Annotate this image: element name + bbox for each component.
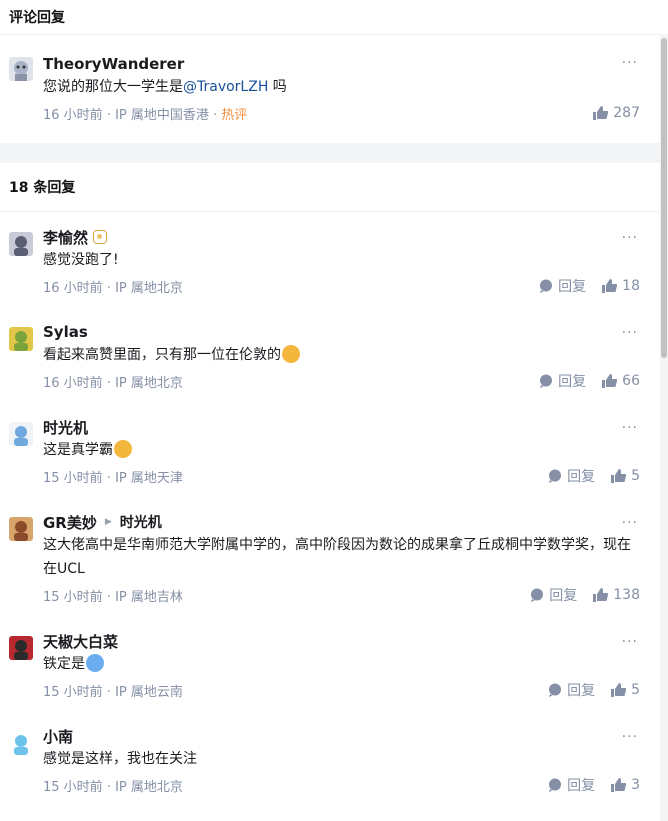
more-options-icon[interactable]: ··· — [622, 634, 638, 650]
avatar-image-icon — [9, 517, 33, 541]
reply-item: ··· 天椒大白菜 铁定是 15 小时前 · IP 属地云南 回复 5 — [0, 616, 668, 711]
thumbs-up-icon — [593, 588, 609, 602]
comment-bubble-icon — [531, 588, 544, 602]
section-title-replies: 18 条回复 — [0, 163, 668, 212]
reply-item: ··· 李愉然 感觉没跑了! 16 小时前 · IP 属地北京 回复 18 — [0, 212, 668, 307]
more-options-icon[interactable]: ··· — [622, 325, 638, 341]
avatar[interactable] — [9, 57, 33, 81]
avatar-image-icon — [9, 422, 33, 446]
more-options-icon[interactable]: ··· — [622, 515, 638, 531]
mention-link[interactable]: @TravorLZH — [183, 79, 268, 95]
reply-arrow-icon: ▶ — [104, 517, 112, 527]
reply-text: 铁定是 — [43, 652, 642, 676]
avatar-image-icon — [9, 57, 33, 81]
more-options-icon[interactable]: ··· — [622, 55, 638, 71]
reply-item: ··· Sylas 看起来高赞里面，只有那一位在伦敦的 16 小时前 · IP … — [0, 307, 668, 402]
thumbs-up-icon — [602, 374, 618, 388]
comment-meta: 16 小时前 · IP 属地中国香港 · 热评 — [43, 107, 248, 123]
reply-item: ··· GR美妙 ▶ 时光机 这大佬高中是华南师范大学附属中学的，高中阶段因为数论… — [0, 497, 668, 616]
reply-item: ··· 小南 感觉是这样，我也在关注 15 小时前 · IP 属地北京 回复 3 — [0, 711, 668, 806]
avatar[interactable] — [9, 422, 33, 446]
avatar[interactable] — [9, 327, 33, 351]
author-name[interactable]: 小南 — [43, 726, 73, 747]
more-options-icon[interactable]: ··· — [622, 420, 638, 436]
more-options-icon[interactable]: ··· — [622, 230, 638, 246]
thumbs-up-icon — [593, 106, 609, 120]
avatar[interactable] — [9, 731, 33, 755]
avatar[interactable] — [9, 517, 33, 541]
more-options-icon[interactable]: ··· — [622, 729, 638, 745]
reply-button[interactable]: 回复 — [548, 466, 595, 486]
reply-button[interactable]: 回复 — [539, 276, 586, 296]
section-title-comment-reply: 评论回复 — [0, 0, 668, 35]
root-comment: ··· TheoryWanderer 您说的那位大一学生是@TravorLZH … — [0, 35, 668, 143]
thumbs-up-icon — [611, 683, 627, 697]
reply-text: 这大佬高中是华南师范大学附属中学的，高中阶段因为数论的成果拿了丘成桐中学数学奖，… — [43, 537, 631, 577]
emoji-icon — [86, 654, 104, 672]
like-button[interactable]: 5 — [611, 468, 640, 484]
hot-badge: 热评 — [221, 107, 248, 123]
avatar-image-icon — [9, 232, 33, 256]
avatar-image-icon — [9, 731, 33, 755]
like-button[interactable]: 287 — [593, 105, 640, 121]
author-name[interactable]: TheoryWanderer — [43, 55, 184, 73]
reply-text: 感觉没跑了! — [43, 252, 119, 268]
author-name[interactable]: 天椒大白菜 — [43, 631, 118, 652]
like-button[interactable]: 3 — [611, 777, 640, 793]
comment-bubble-icon — [549, 778, 562, 792]
like-button[interactable]: 18 — [602, 278, 640, 294]
like-button[interactable]: 138 — [593, 587, 640, 603]
avatar-image-icon — [9, 636, 33, 660]
reply-to-name[interactable]: 时光机 — [120, 512, 162, 532]
like-button[interactable]: 5 — [611, 682, 640, 698]
comment-bubble-icon — [540, 279, 553, 293]
author-name[interactable]: GR美妙 — [43, 512, 97, 533]
reply-list: ··· 李愉然 感觉没跑了! 16 小时前 · IP 属地北京 回复 18 ··… — [0, 212, 668, 806]
author-name[interactable]: Sylas — [43, 323, 88, 341]
emoji-icon — [114, 440, 132, 458]
reply-item: ··· 时光机 这是真学霸 15 小时前 · IP 属地天津 回复 5 — [0, 402, 668, 497]
comment-bubble-icon — [549, 469, 562, 483]
avatar[interactable] — [9, 232, 33, 256]
reply-button[interactable]: 回复 — [530, 585, 577, 605]
avatar-image-icon — [9, 327, 33, 351]
comment-bubble-icon — [540, 374, 553, 388]
reply-button[interactable]: 回复 — [548, 680, 595, 700]
reply-button[interactable]: 回复 — [548, 775, 595, 795]
thumbs-up-icon — [611, 469, 627, 483]
emoji-icon — [282, 345, 300, 363]
reply-text: 感觉是这样，我也在关注 — [43, 751, 197, 767]
creator-badge-icon — [93, 230, 108, 244]
avatar[interactable] — [9, 636, 33, 660]
reply-text: 看起来高赞里面，只有那一位在伦敦的 — [43, 343, 642, 367]
reply-button[interactable]: 回复 — [539, 371, 586, 391]
author-name[interactable]: 李愉然 — [43, 227, 88, 248]
comment-text: 您说的那位大一学生是@TravorLZH 吗 — [43, 79, 287, 95]
comment-bubble-icon — [549, 683, 562, 697]
like-button[interactable]: 66 — [602, 373, 640, 389]
section-divider — [0, 143, 668, 163]
scrollbar-thumb[interactable] — [661, 38, 667, 358]
thumbs-up-icon — [602, 279, 618, 293]
thumbs-up-icon — [611, 778, 627, 792]
reply-text: 这是真学霸 — [43, 438, 642, 462]
author-name[interactable]: 时光机 — [43, 417, 88, 438]
